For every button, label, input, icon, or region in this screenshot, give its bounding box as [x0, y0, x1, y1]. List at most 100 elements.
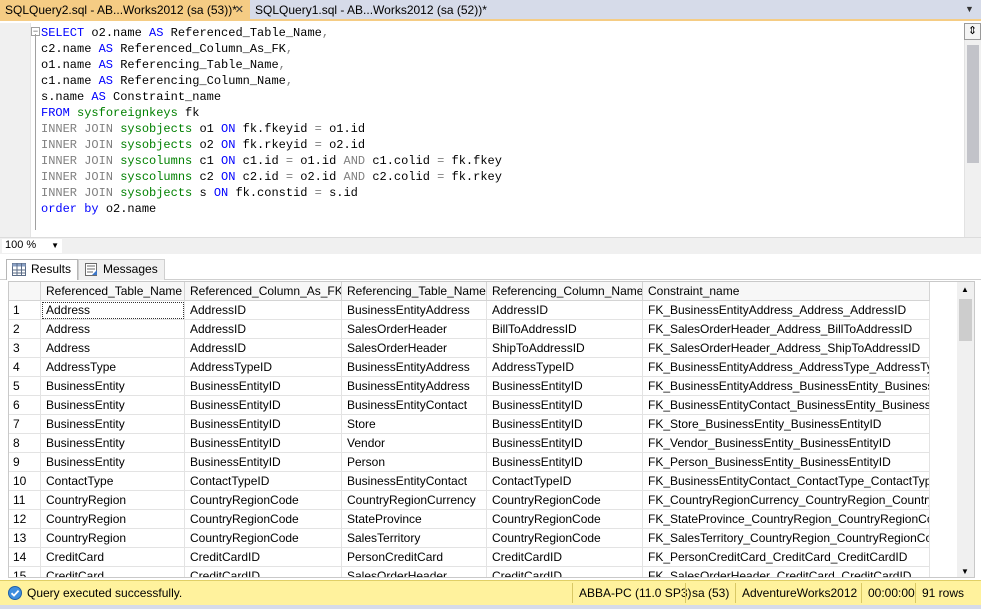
grid-vertical-scrollbar[interactable]: ▲ ▼	[957, 282, 974, 577]
split-icon[interactable]: ⇕	[964, 23, 981, 40]
grid-cell[interactable]: CountryRegionCode	[487, 510, 643, 529]
grid-cell[interactable]: FK_PersonCreditCard_CreditCard_CreditCar…	[643, 548, 930, 567]
table-row[interactable]: 9 BusinessEntity BusinessEntityID Person Bus…	[9, 453, 959, 472]
grid-cell[interactable]: FK_StateProvince_CountryRegion_CountryRe…	[643, 510, 930, 529]
row-number[interactable]: 10	[9, 472, 41, 491]
row-number[interactable]: 7	[9, 415, 41, 434]
row-number[interactable]: 12	[9, 510, 41, 529]
grid-cell[interactable]: Address	[41, 320, 185, 339]
grid-cell[interactable]: CreditCardID	[185, 567, 342, 577]
grid-cell[interactable]: SalesOrderHeader	[342, 320, 487, 339]
sql-code[interactable]: SELECT o2.name AS Referenced_Table_Name,…	[41, 25, 502, 217]
grid-cell[interactable]: CountryRegionCode	[185, 529, 342, 548]
grid-cell[interactable]: CountryRegionCurrency	[342, 491, 487, 510]
grid-cell[interactable]: BusinessEntityContact	[342, 472, 487, 491]
grid-cell[interactable]: CountryRegion	[41, 491, 185, 510]
grid-cell[interactable]: FK_Vendor_BusinessEntity_BusinessEntityI…	[643, 434, 930, 453]
table-row[interactable]: 12 CountryRegion CountryRegionCode StatePro…	[9, 510, 959, 529]
column-header[interactable]: Referencing_Table_Name	[342, 282, 487, 301]
code-line[interactable]: INNER JOIN syscolumns c1 ON c1.id = o1.i…	[41, 153, 502, 169]
column-header[interactable]: Referenced_Column_As_FK	[185, 282, 342, 301]
grid-cell[interactable]: SalesOrderHeader	[342, 339, 487, 358]
grid-cell[interactable]: AddressTypeID	[487, 358, 643, 377]
code-line[interactable]: o1.name AS Referencing_Table_Name,	[41, 57, 502, 73]
code-line[interactable]: INNER JOIN sysobjects o2 ON fk.rkeyid = …	[41, 137, 502, 153]
table-row[interactable]: 5 BusinessEntity BusinessEntityID BusinessE…	[9, 377, 959, 396]
grid-cell[interactable]: ShipToAddressID	[487, 339, 643, 358]
grid-cell[interactable]: CountryRegion	[41, 529, 185, 548]
grid-cell[interactable]: AddressID	[185, 320, 342, 339]
grid-cell[interactable]: FK_Person_BusinessEntity_BusinessEntityI…	[643, 453, 930, 472]
grid-cell[interactable]: FK_BusinessEntityContact_BusinessEntity_…	[643, 396, 930, 415]
grid-cell[interactable]: BusinessEntityID	[185, 434, 342, 453]
tab-sqlquery2[interactable]: SQLQuery2.sql - AB...Works2012 (sa (53))…	[0, 0, 250, 21]
tab-messages[interactable]: Messages	[78, 259, 165, 280]
grid-cell[interactable]: BusinessEntityID	[487, 377, 643, 396]
grid-cell[interactable]: BusinessEntityID	[185, 415, 342, 434]
grid-cell[interactable]: BusinessEntityID	[185, 396, 342, 415]
table-row[interactable]: 7 BusinessEntity BusinessEntityID Store Busi…	[9, 415, 959, 434]
grid-cell[interactable]: AddressID	[185, 339, 342, 358]
grid-cell[interactable]: AddressType	[41, 358, 185, 377]
grid-cell[interactable]: BusinessEntityAddress	[342, 301, 487, 320]
grid-cell[interactable]: BusinessEntity	[41, 377, 185, 396]
code-line[interactable]: c1.name AS Referencing_Column_Name,	[41, 73, 502, 89]
column-header[interactable]: Referencing_Column_Name	[487, 282, 643, 301]
grid-cell[interactable]: BillToAddressID	[487, 320, 643, 339]
code-line[interactable]: INNER JOIN sysobjects s ON fk.constid = …	[41, 185, 502, 201]
table-row[interactable]: 11 CountryRegion CountryRegionCode CountryR…	[9, 491, 959, 510]
grid-cell[interactable]: BusinessEntity	[41, 396, 185, 415]
table-row[interactable]: 15 CreditCard CreditCardID SalesOrderHeader…	[9, 567, 959, 577]
scroll-thumb[interactable]	[967, 45, 979, 163]
row-number[interactable]: 8	[9, 434, 41, 453]
code-line[interactable]: INNER JOIN sysobjects o1 ON fk.fkeyid = …	[41, 121, 502, 137]
grid-cell[interactable]: CountryRegionCode	[185, 510, 342, 529]
row-number[interactable]: 5	[9, 377, 41, 396]
row-number[interactable]: 14	[9, 548, 41, 567]
row-number[interactable]: 15	[9, 567, 41, 577]
row-number[interactable]: 11	[9, 491, 41, 510]
scroll-up-icon[interactable]: ▲	[961, 285, 969, 294]
grid-cell[interactable]: BusinessEntityID	[487, 396, 643, 415]
grid-cell[interactable]: AddressID	[185, 301, 342, 320]
row-number[interactable]: 3	[9, 339, 41, 358]
grid-cell[interactable]: FK_CountryRegionCurrency_CountryRegion_C…	[643, 491, 930, 510]
table-row[interactable]: 8 BusinessEntity BusinessEntityID Vendor Bus…	[9, 434, 959, 453]
grid-cell[interactable]: Person	[342, 453, 487, 472]
tab-sqlquery1[interactable]: SQLQuery1.sql - AB...Works2012 (sa (52))…	[250, 0, 490, 21]
grid-cell[interactable]: CreditCardID	[185, 548, 342, 567]
tab-results[interactable]: Results	[6, 259, 79, 280]
grid-cell[interactable]: CountryRegionCode	[487, 491, 643, 510]
grid-cell[interactable]: BusinessEntity	[41, 453, 185, 472]
grid-cell[interactable]: CreditCard	[41, 567, 185, 577]
grid-cell[interactable]: Vendor	[342, 434, 487, 453]
code-line[interactable]: SELECT o2.name AS Referenced_Table_Name,	[41, 25, 502, 41]
grid-cell[interactable]: SalesTerritory	[342, 529, 487, 548]
table-row[interactable]: 4 AddressType AddressTypeID BusinessEntityA…	[9, 358, 959, 377]
column-header[interactable]: Constraint_name	[643, 282, 930, 301]
table-row[interactable]: 6 BusinessEntity BusinessEntityID BusinessE…	[9, 396, 959, 415]
grid-cell[interactable]: BusinessEntityID	[487, 434, 643, 453]
grid-cell[interactable]: CountryRegionCode	[487, 529, 643, 548]
grid-cell[interactable]: FK_Store_BusinessEntity_BusinessEntityID	[643, 415, 930, 434]
grid-cell[interactable]: FK_SalesOrderHeader_Address_ShipToAddres…	[643, 339, 930, 358]
table-row[interactable]: 10 ContactType ContactTypeID BusinessEntity…	[9, 472, 959, 491]
table-row[interactable]: 14 CreditCard CreditCardID PersonCreditCard…	[9, 548, 959, 567]
grid-cell[interactable]: BusinessEntityAddress	[342, 377, 487, 396]
grid-cell[interactable]: BusinessEntity	[41, 415, 185, 434]
grid-cell[interactable]: Store	[342, 415, 487, 434]
grid-cell[interactable]: ContactTypeID	[487, 472, 643, 491]
row-number[interactable]: 1	[9, 301, 41, 320]
grid-cell[interactable]: PersonCreditCard	[342, 548, 487, 567]
grid-cell[interactable]: AddressTypeID	[185, 358, 342, 377]
scroll-thumb[interactable]	[959, 299, 972, 341]
grid-cell[interactable]: AddressID	[487, 301, 643, 320]
row-number[interactable]: 6	[9, 396, 41, 415]
grid-cell[interactable]: CreditCardID	[487, 567, 643, 577]
grid-cell[interactable]: StateProvince	[342, 510, 487, 529]
grid-cell[interactable]: BusinessEntityID	[487, 453, 643, 472]
grid-cell[interactable]: BusinessEntityID	[185, 377, 342, 396]
editor-vertical-scrollbar[interactable]: ⇕	[964, 23, 981, 237]
grid-cell[interactable]: CreditCard	[41, 548, 185, 567]
row-number[interactable]: 9	[9, 453, 41, 472]
